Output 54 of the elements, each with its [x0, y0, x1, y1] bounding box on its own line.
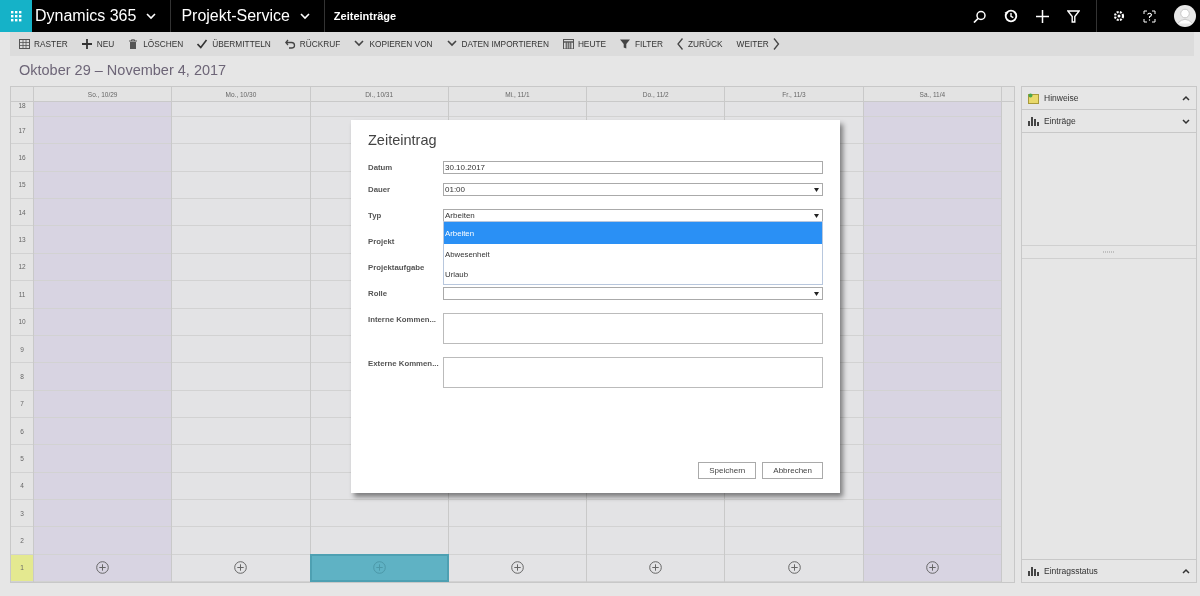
- toolbar-button[interactable]: FILTER: [620, 34, 663, 54]
- date-range-title: Oktober 29 – November 4, 2017: [19, 62, 227, 78]
- trash-icon: [128, 39, 140, 49]
- selected-cell[interactable]: [309, 553, 449, 583]
- plus-icon: [81, 39, 93, 49]
- filter-icon: [620, 39, 631, 49]
- toolbar-button[interactable]: RASTER: [19, 34, 68, 54]
- bar-chart-icon: [1028, 566, 1039, 576]
- toolbar-button[interactable]: HEUTE: [562, 34, 606, 54]
- calendar-icon: [562, 39, 574, 49]
- dialog-title: Zeiteintrag: [368, 132, 438, 150]
- chevron-down-icon: [299, 12, 310, 20]
- toolbar-button[interactable]: ÜBERMITTELN: [197, 34, 271, 54]
- settings-icon[interactable]: [1113, 10, 1125, 22]
- history-icon[interactable]: [1004, 9, 1018, 23]
- page-title: Zeiteinträge: [333, 10, 397, 22]
- add-icon[interactable]: [511, 561, 524, 575]
- toolbar-button[interactable]: ZURÜCK: [676, 34, 723, 54]
- grid-icon: [19, 39, 30, 49]
- dropdown-arrow-icon: [814, 213, 819, 218]
- toolbar-button[interactable]: LÖSCHEN: [128, 34, 184, 54]
- add-icon[interactable]: [234, 561, 248, 575]
- plus-icon[interactable]: [1036, 9, 1049, 23]
- chevron-down-icon: [354, 39, 366, 49]
- dropdown-arrow-icon: [814, 187, 819, 192]
- splitter-handle-icon[interactable]: [1103, 251, 1115, 253]
- toolbar-button[interactable]: RÜCKRUF: [284, 34, 341, 54]
- add-icon[interactable]: [925, 561, 939, 575]
- toolbar-button[interactable]: NEU: [81, 34, 115, 54]
- check-icon: [197, 39, 209, 49]
- chevron-left-icon: [676, 38, 684, 50]
- dropdown-field[interactable]: 01:00: [443, 183, 823, 196]
- chevron-right-icon: [772, 38, 780, 50]
- search-icon[interactable]: [973, 9, 986, 23]
- add-icon[interactable]: [96, 561, 110, 575]
- bar-chart-icon: [1028, 116, 1039, 126]
- add-icon[interactable]: [649, 561, 663, 575]
- filter-icon[interactable]: [1067, 9, 1080, 23]
- dialog-button[interactable]: Abbrechen: [762, 462, 823, 479]
- toolbar-button[interactable]: WEITER: [736, 34, 780, 54]
- dropdown-arrow-icon: [814, 291, 819, 296]
- toolbar-button[interactable]: DATEN IMPORTIEREN: [446, 34, 549, 54]
- dialog-button[interactable]: Speichern: [698, 462, 757, 479]
- dropdown-field[interactable]: [443, 287, 823, 300]
- help-icon[interactable]: [1143, 9, 1156, 23]
- note-icon: [1028, 92, 1039, 104]
- add-icon[interactable]: [787, 561, 801, 575]
- toolbar-button[interactable]: KOPIEREN VON: [354, 34, 433, 54]
- chevron-down-icon: [446, 39, 458, 49]
- chevron-down-icon: [146, 12, 157, 20]
- app-launcher-icon[interactable]: [10, 10, 22, 22]
- avatar-icon[interactable]: [1174, 5, 1196, 27]
- undo-icon: [284, 39, 296, 49]
- input-field[interactable]: 30.10.2017: [443, 161, 823, 174]
